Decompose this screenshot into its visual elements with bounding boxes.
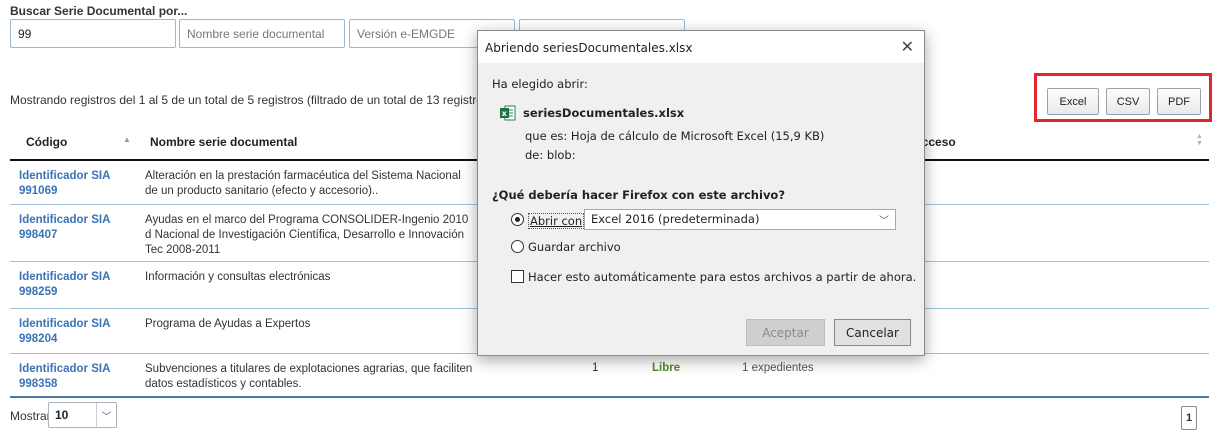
row-code-link[interactable]: Identificador SIA 998358 [19,362,134,392]
chevron-down-icon[interactable]: ﹀ [879,212,889,227]
dialog-titlebar[interactable]: Abriendo seriesDocumentales.xlsx ✕ [478,31,924,63]
row-count: 1 [592,362,599,374]
row-name: Programa de Ayudas a Expertos [145,318,311,330]
sort-ascending-icon[interactable]: ▲ [123,135,131,144]
row-files: 1 expedientes [742,362,814,374]
open-with-radio[interactable] [511,213,524,226]
column-header-name[interactable]: Nombre serie documental [150,135,297,149]
excel-export-button[interactable]: Excel [1047,88,1099,115]
search-title: Buscar Serie Documental por... [10,4,188,18]
row-code-link[interactable]: Identificador SIA 998259 [19,270,134,300]
file-source-line: de: blob: [525,148,576,162]
row-access-badge: Libre [652,362,681,374]
open-with-label[interactable]: Abrir con [528,213,585,229]
page-button-current[interactable]: 1 [1181,406,1197,430]
dialog-filename: seriesDocumentales.xlsx [523,106,685,120]
row-code-link[interactable]: Identificador SIA 998407 [19,213,134,243]
row-name: Ayudas en el marco del Programa CONSOLID… [145,214,469,256]
excel-file-icon: x [500,105,516,121]
auto-action-checkbox[interactable] [511,270,524,283]
pdf-export-button[interactable]: PDF [1157,88,1201,115]
open-with-app-value: Excel 2016 (predeterminada) [591,212,760,226]
file-type-line: que es: Hoja de cálculo de Microsoft Exc… [525,129,825,143]
close-icon[interactable]: ✕ [901,37,914,56]
accept-button[interactable]: Aceptar [746,319,825,346]
dialog-title: Abriendo seriesDocumentales.xlsx [485,41,693,55]
name-search-input[interactable]: Nombre serie documental [179,19,345,48]
auto-action-label[interactable]: Hacer esto automáticamente para estos ar… [528,270,916,284]
row-name: Subvenciones a titulares de explotacione… [145,363,473,390]
open-with-app-select[interactable]: Excel 2016 (predeterminada) ﹀ [584,209,896,230]
page-size-value: 10 [55,408,69,422]
svg-text:x: x [502,109,508,118]
column-header-code[interactable]: Código [26,135,67,149]
chevron-down-icon[interactable]: ﹀ [96,403,116,427]
records-info: Mostrando registros del 1 al 5 de un tot… [10,93,477,107]
save-file-radio[interactable] [511,240,524,253]
page-size-select[interactable]: 10 ﹀ [48,402,117,428]
row-code-link[interactable]: Identificador SIA 991069 [19,169,134,199]
download-dialog: Abriendo seriesDocumentales.xlsx ✕ Ha el… [477,30,925,356]
row-name: Alteración en la prestación farmacéutica… [145,170,461,197]
row-name: Información y consultas electrónicas [145,271,331,283]
row-code-link[interactable]: Identificador SIA 998204 [19,317,134,347]
save-file-label[interactable]: Guardar archivo [528,240,621,254]
table-row[interactable]: Identificador SIA 998358 Subvenciones a … [10,354,1209,398]
chosen-label: Ha elegido abrir: [492,77,588,91]
dialog-question: ¿Qué debería hacer Firefox con este arch… [492,188,786,202]
code-search-input[interactable]: 99 [10,19,176,48]
csv-export-button[interactable]: CSV [1106,88,1150,115]
page-size-label: Mostrar [10,409,51,423]
sort-both-icon[interactable]: ▲ ▼ [1196,133,1203,147]
cancel-button[interactable]: Cancelar [834,319,911,346]
